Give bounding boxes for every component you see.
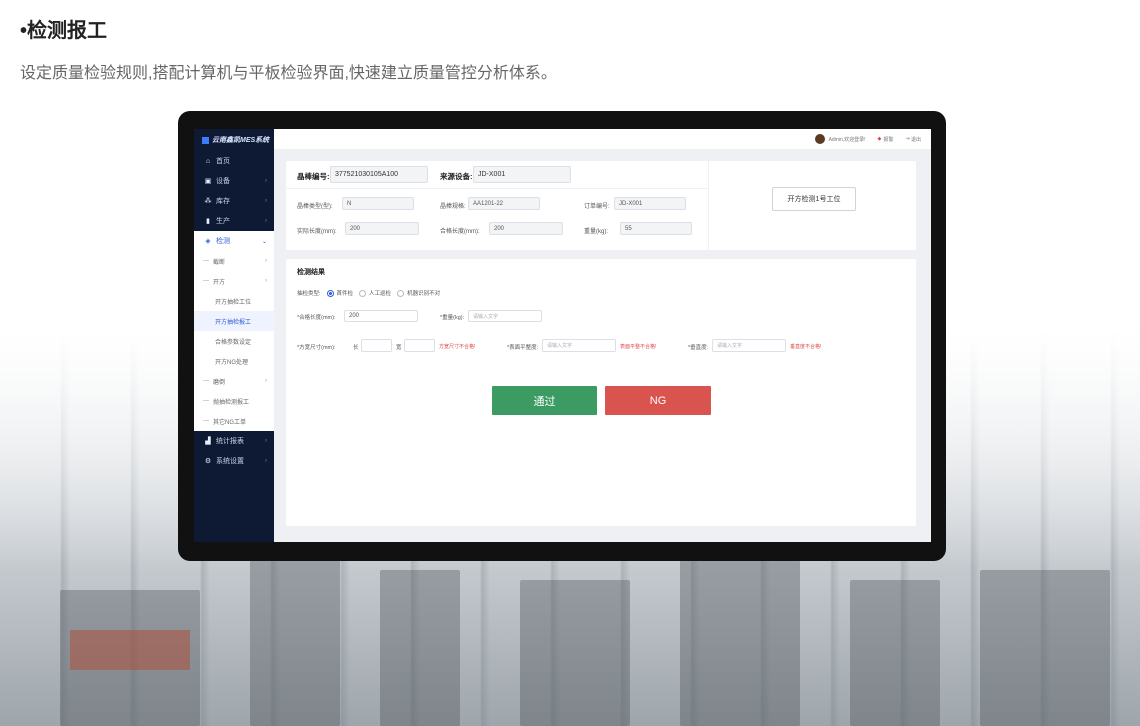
order-no-field[interactable]: JD-X001 — [614, 197, 686, 210]
sidebar-sub-item-other-ng[interactable]: — 其它NG工单 — [194, 411, 274, 431]
weight-field[interactable]: 55 — [620, 222, 692, 235]
chevron-right-icon: › — [265, 178, 267, 184]
sidebar-item-stats[interactable]: ▟ 统计报表 › — [194, 431, 274, 451]
source-device-field[interactable]: JD-X001 — [473, 166, 571, 183]
production-icon: ▮ — [206, 218, 210, 225]
source-device-label: 来源设备: — [440, 172, 473, 181]
sidebar-leaf-sampling-report[interactable]: 开方抽检报工 — [194, 311, 274, 331]
sidebar-sub-item-polish-report[interactable]: — 抛抽检测报工 — [194, 391, 274, 411]
weight-label: 重量(kg): — [584, 229, 609, 235]
verticality-label: *垂直度: — [688, 345, 709, 351]
sidebar-item-production[interactable]: ▮ 生产 › — [194, 211, 274, 231]
ingot-type-field[interactable]: N — [342, 197, 414, 210]
section-title: 检测结果 — [297, 269, 325, 276]
size-error: 方宽尺寸不合格! — [439, 344, 476, 350]
monitor-frame: 云南鑫凯MES系统 ⌂ 首页 ▣ 设备 › ⁂ 库存 › ▮ 生产 › ◈ 检测… — [178, 111, 946, 561]
chevron-right-icon: › — [265, 218, 267, 224]
sidebar-leaf-sampling-station[interactable]: 开方抽检工位 — [194, 291, 274, 311]
inspection-submenu: — 截断 › — 开方 › 开方抽检工位 开方抽检报工 合格参数设定 开方NG处… — [194, 251, 274, 431]
weight-input[interactable]: 请输入文字 — [468, 310, 542, 322]
topbar: Admin,欢迎登录! ◆ 报警 ⇥ 退出 — [274, 129, 931, 149]
chevron-right-icon: › — [265, 438, 267, 444]
sidebar-leaf-ng-handling[interactable]: 开方NG处理 — [194, 351, 274, 371]
qualified-length-input-label: *合格长度(mm): — [297, 315, 336, 321]
device-icon: ▣ — [204, 178, 212, 185]
ingot-no-label: 晶棒编号: — [297, 172, 330, 181]
sidebar-item-settings[interactable]: ⚙ 系统设置 › — [194, 451, 274, 471]
weight-input-label: *重量(kg): — [440, 315, 465, 321]
logo-icon — [202, 136, 209, 144]
home-icon: ⌂ — [205, 157, 211, 165]
flatness-error: 表面平整不合格! — [620, 344, 657, 350]
page-heading: •检测报工 — [20, 20, 108, 42]
page-subheading: 设定质量检验规则,搭配计算机与平板检验界面,快速建立质量管控分析体系。 — [20, 65, 557, 82]
settings-icon: ⚙ — [204, 458, 212, 465]
sidebar-sub-item-squaring[interactable]: — 开方 › — [194, 271, 274, 291]
radio-manual-patrol[interactable] — [359, 289, 367, 297]
ingot-info-card: 晶棒编号: 377521030105A100 来源设备: JD-X001 晶棒类… — [286, 161, 916, 250]
inspection-icon: ◈ — [205, 238, 211, 245]
inspection-result-card: 检测结果 抽检类型: 首件检 人工巡检 机器识别不对 *合格长度(mm): 20… — [286, 259, 916, 526]
station-button[interactable]: 开方检测1号工位 — [772, 187, 856, 211]
flatness-input[interactable]: 请输入文字 — [542, 339, 616, 352]
logo-text: 云南鑫凯MES系统 — [212, 137, 270, 144]
user-greeting: Admin,欢迎登录! — [828, 136, 866, 143]
order-no-label: 订单编号: — [584, 204, 610, 210]
chevron-right-icon: › — [265, 378, 267, 384]
chevron-right-icon: › — [265, 258, 267, 264]
sidebar-item-label: 首页 — [216, 158, 230, 165]
radio-machine-misread[interactable] — [397, 289, 405, 297]
sidebar-item-label: 统计报表 — [216, 438, 244, 445]
logout-link[interactable]: 退出 — [911, 136, 921, 143]
verticality-input[interactable]: 请输入文字 — [712, 339, 786, 352]
sidebar-item-label: 生产 — [216, 218, 230, 225]
flatness-label: *表面平整度: — [507, 345, 539, 351]
actual-length-field[interactable]: 200 — [345, 222, 419, 235]
ingot-spec-field[interactable]: AA1201-22 — [468, 197, 540, 210]
sidebar-item-device[interactable]: ▣ 设备 › — [194, 171, 274, 191]
inventory-icon: ⁂ — [204, 198, 212, 205]
sidebar-item-label: 检测 — [216, 238, 230, 245]
sidebar-item-label: 设备 — [216, 178, 230, 185]
length-input[interactable] — [361, 339, 392, 352]
ng-button[interactable]: NG — [605, 386, 711, 415]
stats-icon: ▟ — [205, 438, 211, 445]
pass-button[interactable]: 通过 — [492, 386, 597, 415]
sidebar-leaf-param-setting[interactable]: 合格参数设定 — [194, 331, 274, 351]
size-label: *方宽尺寸(mm): — [297, 345, 336, 351]
chevron-right-icon: › — [265, 198, 267, 204]
ingot-spec-label: 晶棒规格: — [440, 204, 466, 210]
verticality-error: 垂直度不合格! — [790, 344, 822, 350]
chevron-right-icon: › — [265, 458, 267, 464]
sidebar-item-label: 库存 — [216, 198, 230, 205]
width-input[interactable] — [404, 339, 435, 352]
sidebar-item-inventory[interactable]: ⁂ 库存 › — [194, 191, 274, 211]
ingot-type-label: 晶棒类型(型): — [297, 204, 333, 210]
sampling-type-group: 抽检类型: 首件检 人工巡检 机器识别不对 — [297, 289, 441, 297]
sidebar-sub-item-cut[interactable]: — 截断 › — [194, 251, 274, 271]
alerts-link[interactable]: 报警 — [883, 136, 893, 143]
chevron-right-icon: › — [265, 278, 267, 284]
sidebar-item-home[interactable]: ⌂ 首页 — [194, 151, 274, 171]
radio-first-article[interactable] — [326, 289, 334, 297]
qualified-length-input[interactable]: 200 — [344, 310, 418, 322]
sidebar-item-inspection[interactable]: ◈ 检测 ⌄ — [194, 231, 274, 251]
sidebar-sub-item-grinding[interactable]: — 磨倒 › — [194, 371, 274, 391]
ingot-no-field[interactable]: 377521030105A100 — [330, 166, 428, 183]
qualified-length-field[interactable]: 200 — [489, 222, 563, 235]
qualified-length-label: 合格长度(mm): — [440, 229, 480, 235]
sampling-type-label: 抽检类型: — [297, 291, 321, 297]
actual-length-label: 实际长度(mm): — [297, 229, 337, 235]
bell-icon[interactable]: ◆ — [878, 136, 882, 142]
app-logo: 云南鑫凯MES系统 — [194, 129, 274, 151]
avatar[interactable] — [814, 134, 825, 144]
length-label: 长 — [353, 345, 359, 351]
sidebar: 云南鑫凯MES系统 ⌂ 首页 ▣ 设备 › ⁂ 库存 › ▮ 生产 › ◈ 检测… — [194, 129, 274, 542]
width-label: 宽 — [396, 345, 402, 351]
sidebar-item-label: 系统设置 — [216, 458, 244, 465]
app-screen: 云南鑫凯MES系统 ⌂ 首页 ▣ 设备 › ⁂ 库存 › ▮ 生产 › ◈ 检测… — [194, 129, 931, 542]
chevron-down-icon: ⌄ — [261, 238, 267, 245]
